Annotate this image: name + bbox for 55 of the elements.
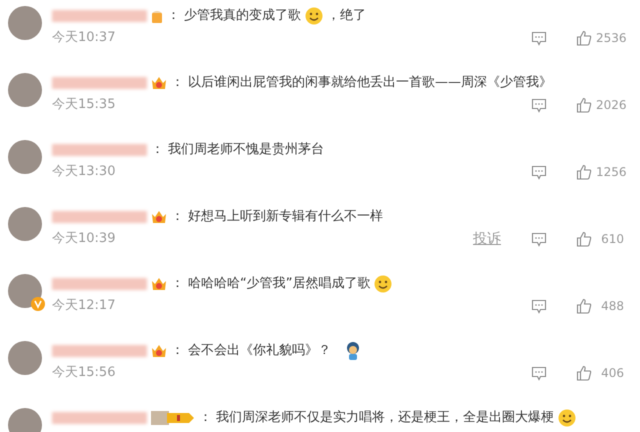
- thumbs-up-icon[interactable]: [576, 97, 592, 113]
- thumbs-up-icon[interactable]: [576, 164, 592, 180]
- mug-badge-icon: [151, 9, 163, 23]
- like-count: 610: [600, 231, 624, 248]
- comment-text: 我们周老师不愧是贵州茅台: [168, 141, 324, 160]
- avatar: [8, 6, 42, 40]
- colon: ：: [199, 409, 212, 428]
- colon: ：: [171, 74, 184, 92]
- comment-text: 我们周深老师不仅是实力唱将，还是梗王，全是出圈大爆梗: [216, 409, 554, 428]
- thumbs-up-icon[interactable]: [576, 30, 592, 46]
- crown-badge-icon: [151, 75, 167, 91]
- smiley-emoji-icon: [558, 409, 576, 427]
- timestamp: 今天10:37: [52, 29, 116, 48]
- colon: ：: [167, 7, 180, 26]
- avatar: [8, 73, 42, 107]
- timestamp: 今天15:56: [52, 364, 116, 382]
- avatar: [8, 408, 42, 432]
- report-link[interactable]: 投诉: [473, 228, 501, 250]
- like-count: 406: [600, 365, 624, 382]
- reply-comment-icon[interactable]: [531, 298, 547, 314]
- reply-comment-icon[interactable]: [531, 164, 547, 180]
- colon: ：: [171, 342, 184, 360]
- comment-text: 少管我真的变成了歌: [184, 7, 301, 26]
- avatar: [8, 207, 42, 241]
- avatar: [8, 140, 42, 174]
- reply-comment-icon[interactable]: [531, 98, 547, 112]
- comment-text: 哈哈哈哈“少管我”居然唱成了歌: [188, 275, 370, 294]
- thumbs-up-icon[interactable]: [576, 365, 592, 381]
- like-count: 2536: [596, 30, 624, 47]
- crown-badge-icon: [151, 276, 167, 292]
- reply-comment-icon[interactable]: [531, 366, 547, 380]
- comment-text: 好想马上听到新专辑有什么不一样: [188, 208, 383, 226]
- colon: ：: [171, 275, 184, 294]
- thumbs-up-icon[interactable]: [576, 298, 592, 314]
- like-count: 1256: [596, 164, 624, 181]
- comment-text: 会不会出《你礼貌吗》？: [188, 342, 331, 360]
- avatar: [8, 341, 42, 375]
- reply-comment-icon[interactable]: [531, 232, 547, 246]
- colon: ：: [151, 141, 164, 160]
- like-count: 488: [600, 298, 624, 315]
- smiley-emoji-icon: [374, 275, 392, 293]
- colon: ：: [171, 208, 184, 226]
- comment-text: 以后谁闲出屁管我的闲事就给他丢出一首歌——周深《少管我》: [188, 74, 552, 92]
- timestamp: 今天10:39: [52, 230, 116, 248]
- timestamp: 今天15:35: [52, 96, 116, 114]
- timestamp: 今天13:30: [52, 163, 116, 182]
- level-badge-icon: [151, 410, 195, 426]
- crown-badge-icon: [151, 209, 167, 225]
- like-count: 2026: [596, 97, 624, 114]
- smiley-emoji-icon: [305, 7, 323, 25]
- thumbs-up-icon[interactable]: [576, 231, 592, 247]
- comment-text: ，绝了: [327, 7, 366, 26]
- reply-comment-icon[interactable]: [531, 30, 547, 46]
- timestamp: 今天12:17: [52, 297, 116, 316]
- crown-badge-icon: [151, 343, 167, 359]
